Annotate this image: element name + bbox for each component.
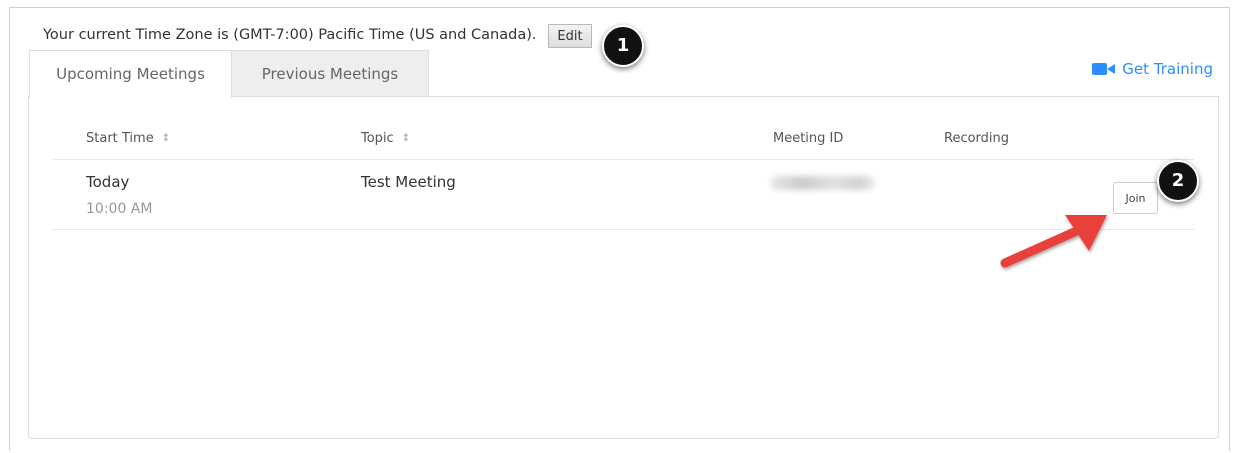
- callout-badge-1: 1: [602, 25, 644, 67]
- get-training-label: Get Training: [1122, 60, 1213, 78]
- get-training-link[interactable]: Get Training: [1092, 60, 1213, 78]
- timezone-text: Your current Time Zone is (GMT-7:00) Pac…: [43, 27, 537, 43]
- tab-upcoming-meetings[interactable]: Upcoming Meetings: [29, 50, 232, 98]
- column-header-start-time[interactable]: Start Time ⇕: [86, 131, 170, 146]
- meeting-date: Today: [86, 173, 130, 191]
- column-header-meeting-id: Meeting ID: [773, 131, 844, 146]
- video-camera-icon: [1092, 62, 1116, 76]
- sort-icon[interactable]: ⇕: [402, 133, 410, 144]
- edit-timezone-button[interactable]: Edit: [548, 24, 592, 48]
- meeting-time: 10:00 AM: [86, 201, 153, 217]
- meeting-topic[interactable]: Test Meeting: [361, 173, 456, 191]
- tab-previous-meetings[interactable]: Previous Meetings: [232, 50, 429, 97]
- callout-badge-2: 2: [1157, 160, 1199, 202]
- column-header-recording: Recording: [944, 131, 1010, 146]
- header-divider: [52, 159, 1194, 160]
- sort-icon[interactable]: ⇕: [162, 133, 170, 144]
- annotation-arrow-icon: [1000, 215, 1107, 268]
- meeting-id-redacted: [770, 176, 876, 190]
- column-header-topic[interactable]: Topic ⇕: [361, 131, 410, 146]
